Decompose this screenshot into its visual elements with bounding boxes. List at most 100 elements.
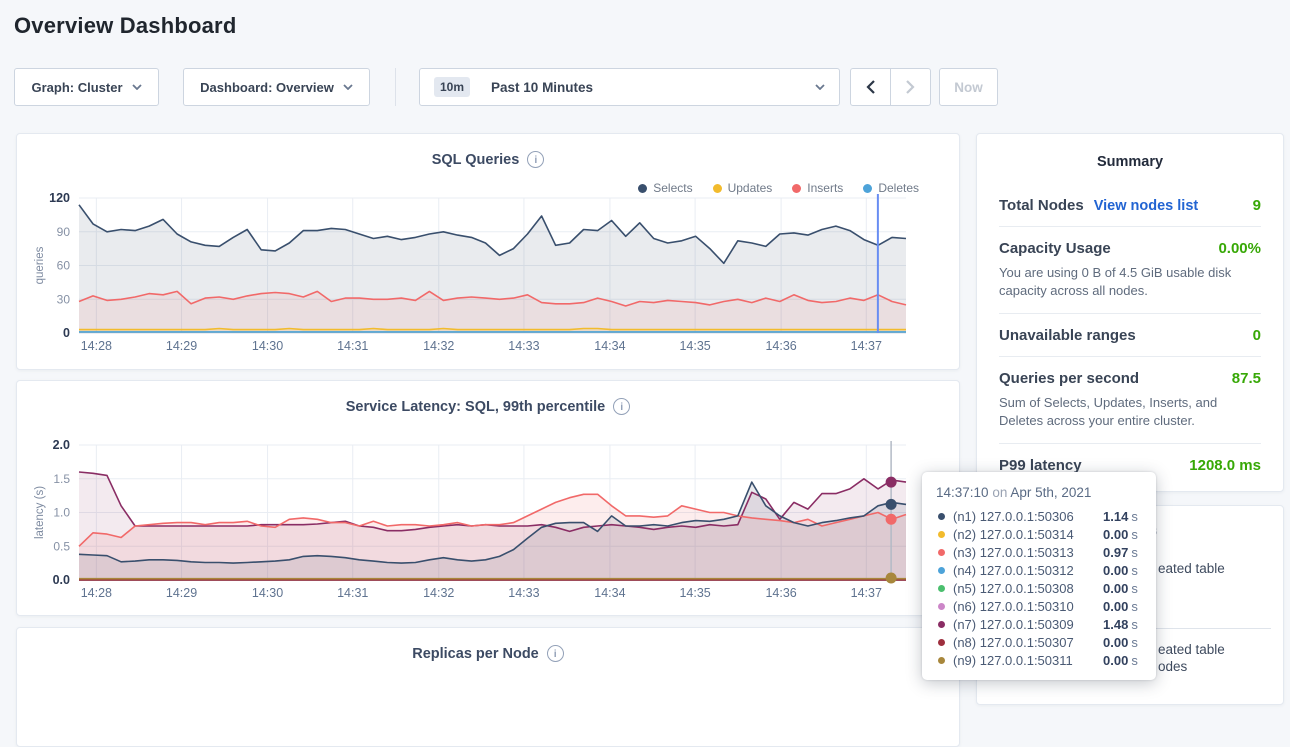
unavailable-ranges-value: 0 [1253,327,1261,344]
tooltip-node-row: (n2) 127.0.0.1:503140.00s [936,525,1142,543]
svg-text:1.5: 1.5 [53,472,70,486]
node-address: (n8) 127.0.0.1:50307 [953,635,1103,650]
tooltip-node-row: (n1) 127.0.0.1:503061.14s [936,507,1142,525]
p99-latency-value: 1208.0 ms [1189,457,1261,474]
chart-title-text: Service Latency: SQL, 99th percentile [346,399,606,415]
svg-text:60: 60 [57,259,71,273]
node-address: (n9) 127.0.0.1:50311 [953,653,1103,668]
svg-text:14:34: 14:34 [594,339,625,353]
node-latency-value: 1.48 [1103,617,1128,632]
node-latency-value: 0.00 [1103,635,1128,650]
node-address: (n3) 127.0.0.1:50313 [953,545,1103,560]
latency-unit: s [1131,635,1138,650]
toolbar-divider [395,68,396,106]
svg-text:14:36: 14:36 [765,586,796,600]
sql-queries-card: SQL Queries i SelectsUpdatesInsertsDelet… [16,133,960,370]
tooltip-node-row: (n4) 127.0.0.1:503120.00s [936,561,1142,579]
now-button[interactable]: Now [939,68,998,106]
svg-text:0: 0 [63,326,70,340]
summary-row-unavailable-ranges: Unavailable ranges 0 [999,313,1261,356]
view-nodes-list-link[interactable]: View nodes list [1094,198,1199,214]
node-color-dot-icon [938,639,945,646]
svg-text:14:32: 14:32 [423,586,454,600]
service-latency-title: Service Latency: SQL, 99th percentile i [17,381,959,415]
tooltip-node-row: (n6) 127.0.0.1:503100.00s [936,597,1142,615]
tooltip-date: Apr 5th, 2021 [1010,485,1091,500]
tooltip-node-row: (n3) 127.0.0.1:503130.97s [936,543,1142,561]
dashboard-dropdown-label: Dashboard: Overview [200,80,334,95]
node-latency-value: 0.00 [1103,599,1128,614]
latency-unit: s [1131,617,1138,632]
svg-text:14:32: 14:32 [423,339,454,353]
svg-text:14:31: 14:31 [337,339,368,353]
unavailable-ranges-label: Unavailable ranges [999,327,1136,344]
tooltip-on-word: on [992,485,1010,500]
prev-time-button[interactable] [850,68,891,106]
svg-text:14:28: 14:28 [81,586,112,600]
next-time-button[interactable] [890,68,931,106]
chevron-right-icon [906,80,915,94]
summary-row-capacity: Capacity Usage 0.00% You are using 0 B o… [999,226,1261,313]
chart-hover-tooltip: 14:37:10 on Apr 5th, 2021 (n1) 127.0.0.1… [922,472,1156,680]
svg-text:14:35: 14:35 [679,586,710,600]
summary-row-total-nodes: Total Nodes View nodes list 9 [999,184,1261,226]
svg-text:latency (s): latency (s) [34,486,46,539]
time-range-badge: 10m [434,77,470,97]
time-range-dropdown[interactable]: 10m Past 10 Minutes [419,68,840,106]
svg-text:1.0: 1.0 [53,506,70,520]
qps-subtext: Sum of Selects, Updates, Inserts, and De… [999,394,1261,431]
svg-text:14:30: 14:30 [252,339,283,353]
tooltip-node-row: (n8) 127.0.0.1:503070.00s [936,633,1142,651]
tooltip-node-row: (n9) 127.0.0.1:503110.00s [936,651,1142,669]
node-address: (n4) 127.0.0.1:50312 [953,563,1103,578]
tooltip-timestamp: 14:37:10 on Apr 5th, 2021 [936,485,1142,500]
capacity-usage-subtext: You are using 0 B of 4.5 GiB usable disk… [999,264,1261,301]
svg-text:queries: queries [34,246,46,284]
latency-unit: s [1131,509,1138,524]
node-color-dot-icon [938,657,945,664]
latency-unit: s [1131,527,1138,542]
sql-queries-title: SQL Queries i [17,134,959,168]
tooltip-node-row: (n5) 127.0.0.1:503080.00s [936,579,1142,597]
graph-dropdown[interactable]: Graph: Cluster [14,68,159,106]
sql-queries-chart[interactable]: 030609012014:2814:2914:3014:3114:3214:33… [31,188,947,360]
svg-text:14:37: 14:37 [851,586,882,600]
overview-dashboard-page: { "page": { "title": "Overview Dashboard… [0,0,1290,689]
svg-text:14:28: 14:28 [81,339,112,353]
chevron-left-icon [866,80,875,94]
latency-unit: s [1131,599,1138,614]
dashboard-dropdown[interactable]: Dashboard: Overview [183,68,370,106]
chart-title-text: SQL Queries [432,152,520,168]
latency-unit: s [1131,545,1138,560]
node-latency-value: 0.00 [1103,581,1128,596]
info-icon[interactable]: i [613,398,630,415]
node-latency-value: 0.00 [1103,653,1128,668]
svg-text:120: 120 [49,191,70,205]
node-address: (n2) 127.0.0.1:50314 [953,527,1103,542]
svg-text:14:30: 14:30 [252,586,283,600]
replicas-per-node-card: Replicas per Node i [16,627,960,747]
node-color-dot-icon [938,549,945,556]
event-text-fragment: odes [1158,659,1187,674]
node-color-dot-icon [938,513,945,520]
svg-text:14:36: 14:36 [765,339,796,353]
summary-panel: Summary Total Nodes View nodes list 9 Ca… [976,133,1284,492]
total-nodes-label: Total Nodes [999,197,1084,214]
info-icon[interactable]: i [547,645,564,662]
summary-title: Summary [999,154,1261,170]
service-latency-chart[interactable]: 0.00.51.01.52.014:2814:2914:3014:3114:32… [31,435,947,607]
event-text-fragment: eated table [1158,561,1225,576]
node-latency-value: 0.97 [1103,545,1128,560]
node-latency-value: 1.14 [1103,509,1128,524]
node-address: (n7) 127.0.0.1:50309 [953,617,1103,632]
svg-text:2.0: 2.0 [53,438,70,452]
node-color-dot-icon [938,567,945,574]
total-nodes-value: 9 [1253,197,1261,214]
svg-text:30: 30 [57,292,71,306]
tooltip-node-row: (n7) 127.0.0.1:503091.48s [936,615,1142,633]
svg-text:14:33: 14:33 [508,586,539,600]
info-icon[interactable]: i [527,151,544,168]
svg-text:0.5: 0.5 [53,539,70,553]
event-text-fragment: eated table [1158,642,1225,657]
node-color-dot-icon [938,603,945,610]
